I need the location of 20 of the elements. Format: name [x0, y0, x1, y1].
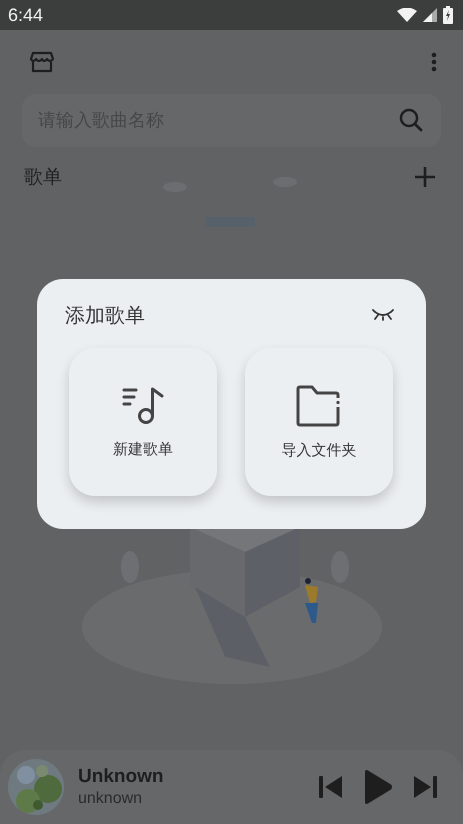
store-icon[interactable]: [30, 51, 54, 73]
clock: 6:44: [8, 4, 44, 26]
play-button[interactable]: [363, 769, 393, 805]
new-playlist-button[interactable]: 新建歌单: [69, 348, 217, 496]
closed-eye-icon[interactable]: [372, 309, 394, 321]
song-artist: unknown: [78, 790, 144, 808]
search-icon[interactable]: [399, 108, 423, 132]
song-title: Unknown: [78, 766, 164, 788]
battery-icon: [443, 6, 453, 24]
music-list-icon: [122, 386, 164, 426]
import-folder-button[interactable]: 导入文件夹: [245, 348, 393, 496]
signal-icon: [423, 8, 437, 22]
section-title: 歌单: [24, 165, 62, 190]
wifi-icon: [397, 8, 417, 22]
more-icon[interactable]: [431, 52, 437, 72]
add-icon[interactable]: [415, 167, 435, 187]
next-button[interactable]: [413, 776, 437, 798]
previous-button[interactable]: [319, 776, 343, 798]
dialog-title: 添加歌单: [65, 302, 145, 328]
folder-icon: [296, 384, 342, 426]
